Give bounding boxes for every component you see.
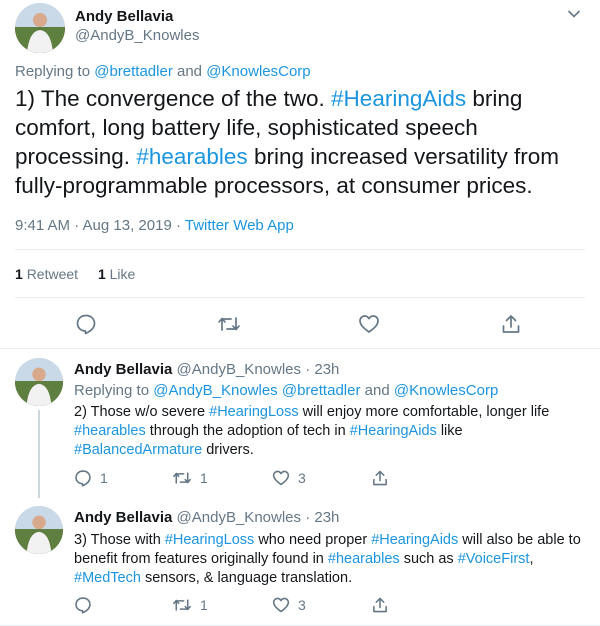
hashtag-link[interactable]: #HearingLoss <box>209 404 298 420</box>
reply-count: 1 <box>100 470 108 486</box>
avatar[interactable] <box>15 358 63 406</box>
mention-link[interactable]: @AndyB_Knowles <box>153 382 277 399</box>
replying-to: Replying to @brettadler and @KnowlesCorp <box>15 63 311 80</box>
hashtag-link[interactable]: #VoiceFirst <box>458 551 530 567</box>
retweet-arrows-icon <box>173 599 191 611</box>
mention-link[interactable]: @KnowlesCorp <box>206 63 310 80</box>
hashtag-link[interactable]: #hearables <box>328 551 400 567</box>
share-icon <box>502 315 520 333</box>
like-stat-label: Like <box>109 266 136 282</box>
hashtag-link[interactable]: #hearables <box>136 144 247 169</box>
tweet-timestamp-row: 9:41 AM · Aug 13, 2019 · Twitter Web App <box>15 217 294 234</box>
retweet-button[interactable]: 1 <box>172 596 208 614</box>
reply-text-part: who need proper <box>258 532 368 548</box>
reply-text: 3) Those with #HearingLoss who need prop… <box>74 531 586 588</box>
share-button[interactable] <box>371 596 389 614</box>
tweet-text-part: 1) The convergence of the two. <box>15 86 325 111</box>
reply-time[interactable]: 23h <box>314 509 339 526</box>
separator-dot: · <box>305 509 311 526</box>
speech-bubble-icon <box>75 597 91 614</box>
reply-text-part: 3) Those with <box>74 532 161 548</box>
avatar[interactable] <box>15 3 65 53</box>
tweet-stats: 1 Retweet 1 Like <box>15 266 135 282</box>
hashtag-link[interactable]: #HearingLoss <box>165 532 254 548</box>
mention-link[interactable]: @brettadler <box>94 63 173 80</box>
retweet-count: 1 <box>200 470 208 486</box>
reply-header: Andy Bellavia @AndyB_Knowles · 23h <box>74 361 339 378</box>
replying-to-label: Replying to <box>74 382 150 399</box>
share-button[interactable] <box>500 313 522 335</box>
heart-icon <box>272 597 290 613</box>
hashtag-link[interactable]: #HearingAids <box>350 423 437 439</box>
retweet-arrows-icon <box>218 317 240 331</box>
thread-connector <box>38 410 40 498</box>
divider <box>15 249 585 250</box>
author-name[interactable]: Andy Bellavia <box>74 361 172 378</box>
like-button[interactable]: 3 <box>272 596 306 614</box>
hashtag-link[interactable]: #MedTech <box>74 570 141 586</box>
tweet-text: 1) The convergence of the two. #HearingA… <box>15 84 587 200</box>
tweet-source[interactable]: Twitter Web App <box>185 217 294 234</box>
reply-button[interactable] <box>75 313 97 335</box>
tweet-timestamp[interactable]: 9:41 AM · Aug 13, 2019 · <box>15 217 181 234</box>
replying-and: and <box>364 382 390 399</box>
like-count: 3 <box>298 597 306 613</box>
retweet-arrows-icon <box>173 472 191 484</box>
reply-text: 2) Those w/o severe #HearingLoss will en… <box>74 403 586 460</box>
author-handle[interactable]: @AndyB_Knowles <box>177 361 301 378</box>
like-stat[interactable]: 1 Like <box>98 266 135 282</box>
like-button[interactable]: 3 <box>272 469 306 487</box>
speech-bubble-icon <box>76 314 96 335</box>
divider <box>0 348 600 349</box>
separator-dot: · <box>305 361 311 378</box>
replying-and: and <box>177 63 203 80</box>
retweet-stat-count: 1 <box>15 266 23 282</box>
hashtag-link[interactable]: #BalancedArmature <box>74 442 202 458</box>
heart-icon <box>272 470 290 486</box>
reply-text-part: sensors, & language translation. <box>144 570 353 586</box>
chevron-down-icon[interactable] <box>567 9 581 19</box>
reply-text-part: like <box>440 423 463 439</box>
reply-time[interactable]: 23h <box>314 361 339 378</box>
reply-text-part: through the adoption of tech in <box>149 423 346 439</box>
hashtag-link[interactable]: #HearingAids <box>331 86 466 111</box>
replying-to: Replying to @AndyB_Knowles @brettadler a… <box>74 382 498 399</box>
like-count: 3 <box>298 470 306 486</box>
reply-text-part: such as <box>403 551 454 567</box>
retweet-button[interactable] <box>217 313 241 335</box>
reply-text-part: , <box>529 551 534 567</box>
reply-button[interactable]: 1 <box>74 469 108 487</box>
hashtag-link[interactable]: #hearables <box>74 423 146 439</box>
reply-text-part: drivers. <box>206 442 254 458</box>
retweet-stat[interactable]: 1 Retweet <box>15 266 82 282</box>
divider <box>15 297 585 298</box>
share-icon <box>373 470 387 486</box>
like-button[interactable] <box>358 313 380 335</box>
retweet-stat-label: Retweet <box>26 266 79 282</box>
speech-bubble-icon <box>75 470 91 487</box>
avatar[interactable] <box>15 506 63 554</box>
author-name[interactable]: Andy Bellavia <box>75 8 173 25</box>
share-icon <box>373 597 387 613</box>
reply-header: Andy Bellavia @AndyB_Knowles · 23h <box>74 509 339 526</box>
like-stat-count: 1 <box>97 266 106 282</box>
reply-text-part: will enjoy more comfortable, longer life <box>302 404 550 420</box>
reply-text-part: 2) Those w/o severe <box>74 404 206 420</box>
replying-to-label: Replying to <box>15 63 91 80</box>
reply-button[interactable] <box>74 596 100 614</box>
mention-link[interactable]: @brettadler <box>282 382 361 399</box>
share-button[interactable] <box>371 469 389 487</box>
hashtag-link[interactable]: #HearingAids <box>371 532 458 548</box>
author-name[interactable]: Andy Bellavia <box>74 509 172 526</box>
mention-link[interactable]: @KnowlesCorp <box>394 382 498 399</box>
heart-icon <box>359 315 379 333</box>
author-handle[interactable]: @AndyB_Knowles <box>75 27 199 44</box>
retweet-count: 1 <box>200 597 208 613</box>
author-handle[interactable]: @AndyB_Knowles <box>177 509 301 526</box>
retweet-button[interactable]: 1 <box>172 469 208 487</box>
